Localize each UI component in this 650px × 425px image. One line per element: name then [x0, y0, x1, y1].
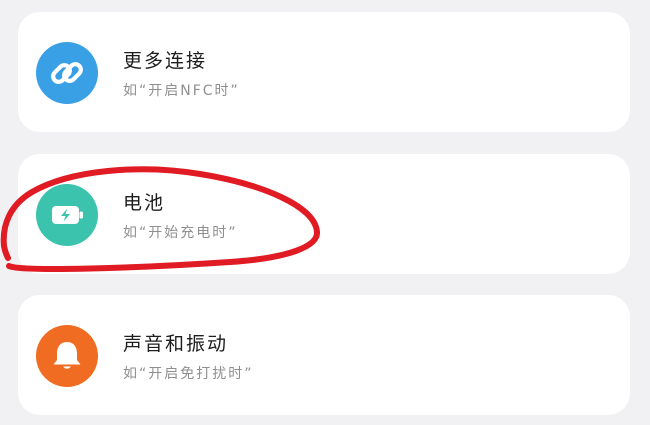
sound-vibration-icon-badge	[36, 325, 98, 387]
more-connections-icon-badge	[36, 42, 98, 104]
sound-vibration-title: 声音和振动	[123, 333, 229, 355]
more-connections-subtitle: 如“开启NFC时”	[123, 83, 240, 99]
battery-title: 电池	[123, 192, 166, 214]
battery-icon	[52, 206, 83, 224]
sound-vibration-item[interactable]: 声音和振动 如“开启免打扰时”	[18, 295, 630, 415]
more-connections-item[interactable]: 更多连接 如“开启NFC时”	[18, 12, 630, 132]
settings-page: 更多连接 如“开启NFC时” 电池 如“开始充电时” 声音和振动 如“开启免打扰…	[0, 0, 650, 425]
sound-vibration-subtitle: 如“开启免打扰时”	[123, 366, 254, 382]
battery-icon-badge	[36, 184, 98, 246]
battery-subtitle: 如“开始充电时”	[123, 225, 238, 241]
battery-item[interactable]: 电池 如“开始充电时”	[18, 154, 630, 274]
bell-icon	[53, 342, 81, 369]
link-icon	[51, 62, 83, 84]
more-connections-title: 更多连接	[123, 50, 208, 72]
